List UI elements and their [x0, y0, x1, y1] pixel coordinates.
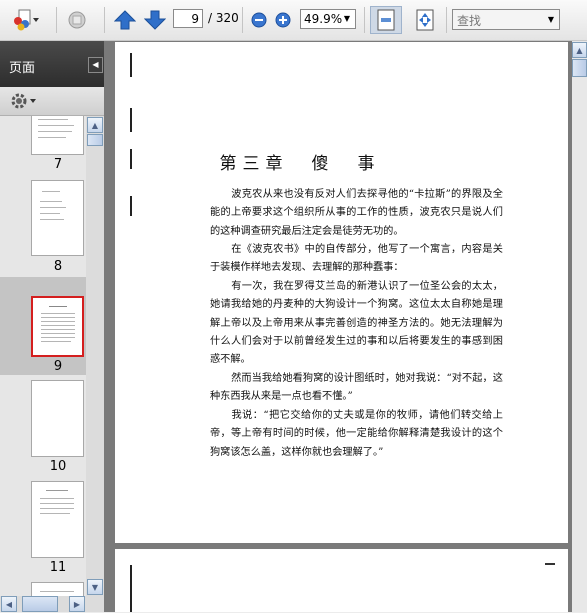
thumbnail-label: 9 [53, 359, 63, 374]
next-page-button[interactable] [142, 6, 168, 34]
full-screen-button[interactable] [410, 6, 440, 34]
zoom-in-button[interactable] [273, 6, 293, 34]
previous-page-icon [114, 10, 136, 30]
scroll-right-arrow[interactable]: ▶ [69, 596, 85, 612]
thumbnail-label: 11 [49, 560, 67, 575]
toolbar-separator [56, 7, 57, 33]
create-pdf-icon [14, 9, 39, 31]
paragraph: 在《波克农书》中的自传部分，他写了一个寓言，内容是关于装模作样地去发现、去理解的… [210, 244, 503, 274]
document-scrollbar[interactable]: ▲ [572, 41, 587, 612]
paragraph: 然而当我给她看狗窝的设计图纸时，她对我说：“对不起，这种东西我从来是一点也看不懂… [210, 373, 503, 403]
document-view[interactable]: 第三章 傻 事 波克农从来也没有反对人们去探寻他的“卡拉斯”的界限及全能的上帝要… [104, 41, 572, 612]
toolbar: / 320 49.9% ▼ 查找 ▼ [0, 0, 587, 41]
margin-mark [130, 53, 132, 77]
pages-panel: 页面 ◀ 7 8 9 10 11 ▲ ▼ ◀ ▶ [0, 41, 104, 612]
thumbnail-page [31, 481, 84, 558]
find-input[interactable]: 查找 ▼ [452, 9, 560, 30]
paragraph: 有一次，我在罗得艾兰岛的新港认识了一位圣公会的太太，她请我给她的丹麦种的大狗设计… [210, 281, 503, 366]
panel-header: 页面 ◀ [0, 41, 104, 87]
collaborate-icon [68, 11, 86, 29]
chapter-title: 第三章 傻 事 [219, 154, 381, 174]
document-page: 第三章 傻 事 波克农从来也没有反对人们去探寻他的“卡拉斯”的界限及全能的上帝要… [115, 42, 568, 543]
page-thumbnail-9[interactable]: 9 [0, 277, 86, 375]
paragraph: 我说：“把它交给你的丈夫或是你的牧师，请他们转交给上帝，等上帝有时间的时候，他一… [210, 410, 503, 458]
find-placeholder: 查找 [457, 14, 482, 28]
page-total-label: / 320 [208, 11, 239, 25]
page-number-input[interactable] [173, 9, 203, 28]
toolbar-separator [104, 7, 105, 33]
toolbar-separator [364, 7, 365, 33]
margin-mark [130, 565, 132, 612]
thumbnail-list: 7 8 9 10 11 [0, 116, 86, 612]
toolbar-separator [446, 7, 447, 33]
scroll-thumb[interactable] [572, 59, 587, 77]
page-thumbnail-8[interactable]: 8 [0, 176, 86, 276]
paragraph: 波克农从来也没有反对人们去探寻他的“卡拉斯”的界限及全能的上帝要求这个组织所从事… [210, 189, 503, 237]
page-thumbnail-10[interactable]: 10 [0, 376, 86, 476]
thumbnail-page [31, 380, 84, 457]
full-screen-icon [416, 9, 434, 31]
thumbnail-page-selected [31, 296, 84, 357]
zoom-level-select[interactable]: 49.9% ▼ [300, 9, 356, 29]
page-thumbnail-11[interactable]: 11 [0, 477, 86, 577]
options-gear-icon [11, 93, 36, 109]
fit-page-icon [377, 9, 395, 31]
header-mark [545, 563, 555, 565]
thumbnail-page [31, 180, 84, 256]
thumbnail-page [31, 116, 84, 155]
scroll-up-arrow[interactable]: ▲ [87, 117, 103, 133]
zoom-out-icon [251, 12, 267, 28]
thumbnail-horizontal-scrollbar[interactable]: ◀ ▶ [0, 596, 104, 612]
margin-mark [130, 196, 132, 216]
document-page-next [115, 549, 568, 612]
scroll-up-arrow[interactable]: ▲ [572, 42, 587, 58]
scroll-left-arrow[interactable]: ◀ [1, 596, 17, 612]
thumbnail-scrollbar[interactable]: ▲ ▼ [86, 116, 104, 596]
thumbnail-label: 7 [53, 157, 63, 172]
toolbar-separator [242, 7, 243, 33]
fit-page-button[interactable] [370, 6, 402, 34]
page-thumbnail-7[interactable]: 7 [0, 116, 86, 182]
options-button[interactable] [9, 91, 39, 115]
chevron-down-icon: ▼ [547, 15, 555, 24]
thumbnail-label: 10 [49, 459, 67, 474]
scroll-thumb-horizontal[interactable] [22, 596, 58, 612]
scroll-thumb[interactable] [87, 134, 103, 146]
panel-collapse-button[interactable]: ◀ [88, 57, 103, 73]
chevron-down-icon: ▼ [343, 14, 351, 23]
next-page-icon [144, 10, 166, 30]
panel-options-bar [0, 87, 104, 116]
thumbnail-label: 8 [53, 259, 63, 274]
zoom-level-value: 49.9% [304, 12, 343, 26]
create-pdf-button[interactable] [8, 6, 44, 34]
previous-page-button[interactable] [112, 6, 138, 34]
panel-title: 页面 [9, 61, 36, 76]
zoom-out-button[interactable] [249, 6, 269, 34]
margin-mark [130, 108, 132, 132]
zoom-in-icon [275, 12, 291, 28]
collaborate-button[interactable] [62, 6, 92, 34]
scroll-down-arrow[interactable]: ▼ [87, 579, 103, 595]
